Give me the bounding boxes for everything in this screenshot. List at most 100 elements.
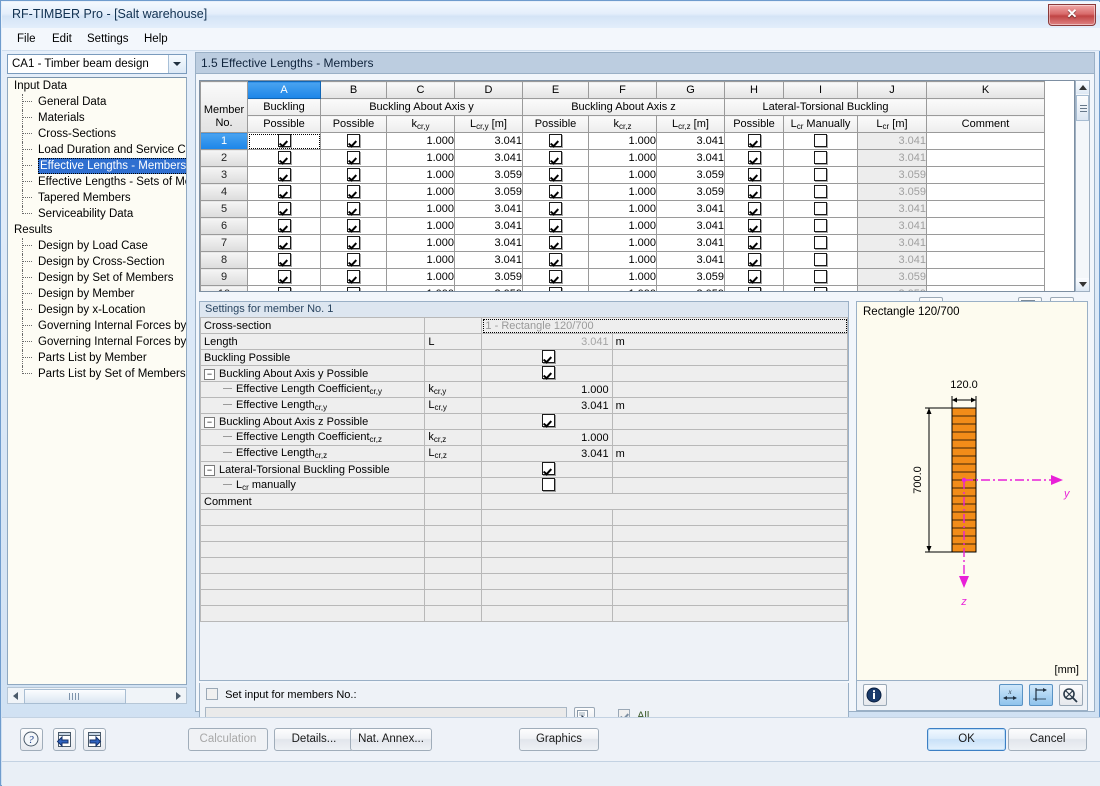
scrollbar-thumb[interactable] <box>1076 95 1089 121</box>
cell-checkbox-I[interactable] <box>783 217 858 235</box>
cell-G[interactable]: 3.059 <box>656 166 725 184</box>
calculation-button[interactable]: Calculation <box>188 728 268 751</box>
ok-button[interactable]: OK <box>927 728 1006 751</box>
column-header-K[interactable]: K <box>926 81 1045 99</box>
cell-D[interactable]: 3.059 <box>454 183 523 201</box>
row-header-member-no[interactable]: 1 <box>200 132 248 150</box>
collapse-icon[interactable]: − <box>204 416 215 428</box>
cell-checkbox-B[interactable] <box>320 268 387 286</box>
checkbox[interactable] <box>277 150 291 164</box>
cell-checkbox-B[interactable] <box>320 251 387 269</box>
checkbox[interactable] <box>747 218 761 232</box>
row-header-member-no[interactable]: 4 <box>200 183 248 201</box>
cell-checkbox-B[interactable] <box>320 183 387 201</box>
checkbox[interactable] <box>549 150 562 164</box>
cell-F[interactable]: 1.000 <box>588 234 657 252</box>
checkbox[interactable] <box>347 235 360 249</box>
settings-row-value[interactable]: 1 - Rectangle 120/700 <box>481 317 848 334</box>
sidebar-item-governing-internal-forces-by-m[interactable]: Governing Internal Forces by M <box>8 318 186 334</box>
cell-checkbox-E[interactable] <box>522 183 589 201</box>
table-row[interactable]: 6 1.000 3.041 1.000 3.041 3.041 <box>200 217 1045 235</box>
cell-G[interactable]: 3.041 <box>656 200 725 218</box>
checkbox[interactable] <box>347 218 360 232</box>
checkbox[interactable] <box>277 133 291 147</box>
table-row[interactable]: 7 1.000 3.041 1.000 3.041 3.041 <box>200 234 1045 252</box>
settings-row-value[interactable]: 3.041 <box>481 445 613 462</box>
set-input-checkbox-row[interactable]: Set input for members No.: <box>206 688 357 701</box>
table-row[interactable]: 101.0003.0591.0003.0593.059 <box>200 285 1045 291</box>
cell-J[interactable]: 3.041 <box>857 251 927 269</box>
checkbox[interactable] <box>549 269 562 283</box>
cell-checkbox-H[interactable] <box>724 285 784 291</box>
cell-C[interactable]: 1.000 <box>386 149 455 167</box>
cell-checkbox-H[interactable] <box>724 166 784 184</box>
cell-checkbox-A[interactable] <box>247 166 321 184</box>
column-header-C[interactable]: C <box>386 81 455 99</box>
column-header-B[interactable]: B <box>320 81 387 99</box>
cell-J[interactable]: 3.059 <box>857 285 927 291</box>
dimension-x-button[interactable]: x <box>999 684 1023 706</box>
checkbox[interactable] <box>549 218 562 232</box>
cell-checkbox-H[interactable] <box>724 234 784 252</box>
settings-row-value[interactable] <box>481 365 613 382</box>
cell-D[interactable]: 3.059 <box>454 285 523 291</box>
checkbox[interactable] <box>277 167 291 181</box>
cell-checkbox-H[interactable] <box>724 183 784 201</box>
combobox-button[interactable] <box>168 55 186 73</box>
cell-C[interactable]: 1.000 <box>386 217 455 235</box>
cell-J[interactable]: 3.041 <box>857 200 927 218</box>
cell-D[interactable]: 3.059 <box>454 268 523 286</box>
cell-comment[interactable] <box>926 217 1045 235</box>
cell-G[interactable]: 3.041 <box>656 149 725 167</box>
cell-F[interactable]: 1.000 <box>588 251 657 269</box>
cell-checkbox-H[interactable] <box>724 251 784 269</box>
previous-page-button[interactable] <box>53 728 76 751</box>
zoom-reset-button[interactable] <box>1059 684 1083 706</box>
checkbox[interactable] <box>347 167 360 181</box>
sidebar-item-design-by-load-case[interactable]: Design by Load Case <box>8 238 186 254</box>
checkbox[interactable] <box>347 184 360 198</box>
cell-checkbox-H[interactable] <box>724 149 784 167</box>
cell-checkbox-E[interactable] <box>522 234 589 252</box>
set-input-checkbox[interactable] <box>206 688 218 700</box>
checkbox[interactable] <box>814 286 827 291</box>
sidebar-item-load-duration-and-service-clas[interactable]: Load Duration and Service Clas <box>8 142 186 158</box>
column-header-F[interactable]: F <box>588 81 657 99</box>
cell-checkbox-B[interactable] <box>320 166 387 184</box>
effective-lengths-table[interactable]: Member No. A B C D E F G H I J K Buckling Buckling Abo… <box>199 80 1075 292</box>
menu-item-settings[interactable]: Settings <box>80 31 136 47</box>
cell-comment[interactable] <box>926 149 1045 167</box>
scroll-right-button[interactable] <box>171 689 185 702</box>
cell-comment[interactable] <box>926 251 1045 269</box>
row-header-member-no[interactable]: 9 <box>200 268 248 286</box>
sidebar-item-parts-list-by-set-of-members[interactable]: Parts List by Set of Members <box>8 366 186 382</box>
cell-checkbox-A[interactable] <box>247 251 321 269</box>
checkbox[interactable] <box>549 167 562 181</box>
settings-row[interactable]: Length L 3.041 m <box>200 333 848 350</box>
graphics-button[interactable]: Graphics <box>519 728 599 751</box>
cell-C[interactable]: 1.000 <box>386 234 455 252</box>
checkbox[interactable] <box>747 235 761 249</box>
settings-row-value[interactable] <box>481 413 613 430</box>
checkbox[interactable] <box>542 350 556 363</box>
table-row[interactable]: 8 1.000 3.041 1.000 3.041 3.041 <box>200 251 1045 269</box>
cell-checkbox-B[interactable] <box>320 132 387 150</box>
cell-checkbox-H[interactable] <box>724 132 784 150</box>
cell-C[interactable]: 1.000 <box>386 251 455 269</box>
checkbox[interactable] <box>549 252 562 266</box>
sidebar-item-design-by-set-of-members[interactable]: Design by Set of Members <box>8 270 186 286</box>
navigator-horizontal-scrollbar[interactable] <box>7 687 187 704</box>
cell-F[interactable]: 1.000 <box>588 132 657 150</box>
table-row[interactable]: 2 1.000 3.041 1.000 3.041 3.041 <box>200 149 1045 167</box>
settings-row-value[interactable] <box>481 461 613 478</box>
table-row[interactable]: 3 1.000 3.059 1.000 3.059 3.059 <box>200 166 1045 184</box>
cell-checkbox-I[interactable] <box>783 234 858 252</box>
sidebar-item-materials[interactable]: Materials <box>8 110 186 126</box>
checkbox[interactable] <box>542 414 556 427</box>
close-button[interactable]: ✕ <box>1048 4 1096 26</box>
cell-checkbox-I[interactable] <box>783 200 858 218</box>
cell-checkbox-E[interactable] <box>522 166 589 184</box>
checkbox[interactable] <box>277 235 291 249</box>
column-header-J[interactable]: J <box>857 81 927 99</box>
sidebar-item-design-by-cross-section[interactable]: Design by Cross-Section <box>8 254 186 270</box>
